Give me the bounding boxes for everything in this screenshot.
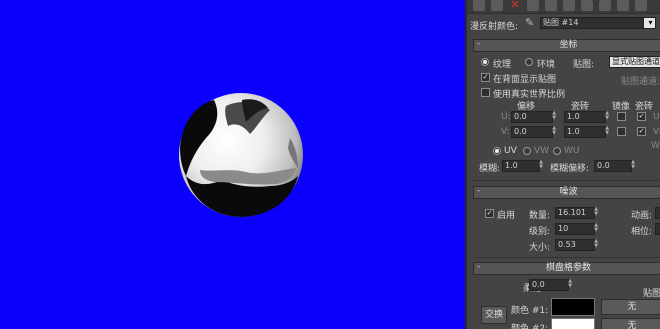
color1-map-button[interactable]: 无: [601, 299, 660, 315]
material-editor-panel: ✕ 漫反射颜色: ✎ 贴图 #14 ▾ - 坐标 纹理 环境 贴图: 显式贴图通…: [465, 0, 660, 329]
color2-swatch[interactable]: [551, 318, 595, 329]
size-label: 大小:: [529, 243, 551, 253]
blur-field[interactable]: 1.0: [502, 160, 540, 172]
checker-params-rollout[interactable]: - 棋盘格参数: [473, 262, 660, 275]
go-to-parent-icon[interactable]: [617, 0, 629, 11]
divider: [473, 180, 660, 181]
v-label: V:: [501, 127, 510, 137]
tile-header: 瓷砖: [635, 102, 654, 112]
blur-spinner[interactable]: ▲ ▼: [538, 160, 544, 170]
environ-radio[interactable]: [525, 58, 533, 66]
levels-spinner[interactable]: ▲ ▼: [593, 223, 599, 233]
mapping-select[interactable]: 显式贴图通道: [609, 56, 660, 68]
divider: [473, 257, 660, 258]
show-map-icon[interactable]: [581, 0, 593, 11]
vw-radio[interactable]: [523, 147, 531, 155]
go-forward-icon[interactable]: [635, 0, 647, 11]
noise-enable-label: 启用: [497, 211, 516, 221]
u-label: U:: [501, 112, 511, 122]
map-channel-label: 贴图通道:: [621, 77, 660, 87]
amount-field[interactable]: 16.101: [555, 207, 595, 219]
put-to-scene-icon[interactable]: [473, 0, 485, 11]
noise-rollout[interactable]: - 噪波: [473, 186, 660, 199]
noise-enable-checkbox[interactable]: ✓: [485, 209, 494, 218]
v-offset-field[interactable]: 0.0: [511, 126, 553, 138]
blur-offset-label: 模糊偏移:: [550, 164, 590, 174]
phase-label: 相位:: [631, 227, 653, 237]
show-back-label: 在背面显示贴图: [493, 75, 557, 85]
assign-material-icon[interactable]: [491, 0, 503, 11]
material-id-icon[interactable]: [563, 0, 575, 11]
mirror-header: 镜像: [612, 102, 631, 112]
u-mirror-checkbox[interactable]: [617, 112, 626, 121]
eyedropper-icon[interactable]: ✎: [525, 16, 534, 29]
v-tile-checkbox[interactable]: ✓: [637, 127, 646, 136]
color2-map-button[interactable]: 无: [601, 318, 660, 329]
coordinates-rollout[interactable]: - 坐标: [473, 39, 660, 52]
w-angle-label: W:: [651, 141, 660, 151]
amount-spinner[interactable]: ▲ ▼: [593, 207, 599, 217]
wu-label: WU: [564, 146, 580, 156]
v-tiling-field[interactable]: 1.0: [564, 126, 606, 138]
blur-offset-spinner[interactable]: ▲ ▼: [630, 160, 636, 170]
u-tiling-spinner[interactable]: ▲ ▼: [604, 111, 610, 121]
phase-field[interactable]: [655, 223, 660, 235]
animate-field[interactable]: [655, 207, 660, 219]
color2-label: 颜色 #2:: [511, 324, 549, 329]
amount-label: 数量:: [529, 211, 551, 221]
sphere-render: [179, 93, 303, 217]
vw-label: VW: [534, 146, 550, 156]
blur-label: 模糊:: [479, 164, 501, 174]
show-back-checkbox[interactable]: ✓: [481, 73, 490, 82]
color1-swatch[interactable]: [551, 298, 595, 316]
chevron-down-icon[interactable]: ▾: [643, 17, 656, 29]
uv-label: UV: [504, 146, 517, 156]
real-world-checkbox[interactable]: [481, 88, 490, 97]
soften-field[interactable]: 0.0: [529, 279, 569, 291]
u-tile-checkbox[interactable]: ✓: [637, 112, 646, 121]
color1-label: 颜色 #1:: [511, 306, 549, 316]
u-tiling-field[interactable]: 1.0: [564, 111, 606, 123]
u-angle-label: U:: [653, 112, 660, 122]
material-preview-viewport[interactable]: [0, 0, 465, 329]
diffuse-label: 漫反射颜色:: [470, 22, 519, 32]
noise-title: 噪波: [559, 187, 578, 197]
size-spinner[interactable]: ▲ ▼: [593, 239, 599, 249]
show-end-result-icon[interactable]: [599, 0, 611, 11]
levels-label: 级别:: [529, 227, 551, 237]
v-angle-label: V:: [653, 127, 660, 137]
blur-offset-field[interactable]: 0.0: [594, 160, 632, 172]
uv-radio[interactable]: [493, 147, 501, 155]
u-offset-field[interactable]: 0.0: [511, 111, 553, 123]
v-tiling-spinner[interactable]: ▲ ▼: [604, 126, 610, 136]
checker-params-title: 棋盘格参数: [545, 263, 591, 273]
swap-button[interactable]: 交换: [481, 306, 507, 324]
maps-header: 贴图: [643, 289, 660, 299]
u-offset-spinner[interactable]: ▲ ▼: [551, 111, 557, 121]
delete-icon[interactable]: ✕: [509, 0, 521, 11]
environ-label: 环境: [537, 60, 556, 70]
levels-field[interactable]: 10: [555, 223, 595, 235]
soften-spinner[interactable]: ▲ ▼: [567, 279, 573, 289]
texture-label: 纹理: [493, 60, 512, 70]
map-name-field[interactable]: 贴图 #14: [540, 17, 644, 29]
size-field[interactable]: 0.53: [555, 239, 595, 251]
put-to-library-icon[interactable]: [545, 0, 557, 11]
coordinates-title: 坐标: [559, 40, 578, 50]
map-label: 贴图:: [573, 60, 595, 70]
v-mirror-checkbox[interactable]: [617, 127, 626, 136]
texture-radio[interactable]: [481, 58, 489, 66]
toolbar: ✕: [467, 0, 660, 14]
wu-radio[interactable]: [553, 147, 561, 155]
animate-label: 动画:: [631, 211, 653, 221]
make-unique-icon[interactable]: [527, 0, 539, 11]
v-offset-spinner[interactable]: ▲ ▼: [551, 126, 557, 136]
